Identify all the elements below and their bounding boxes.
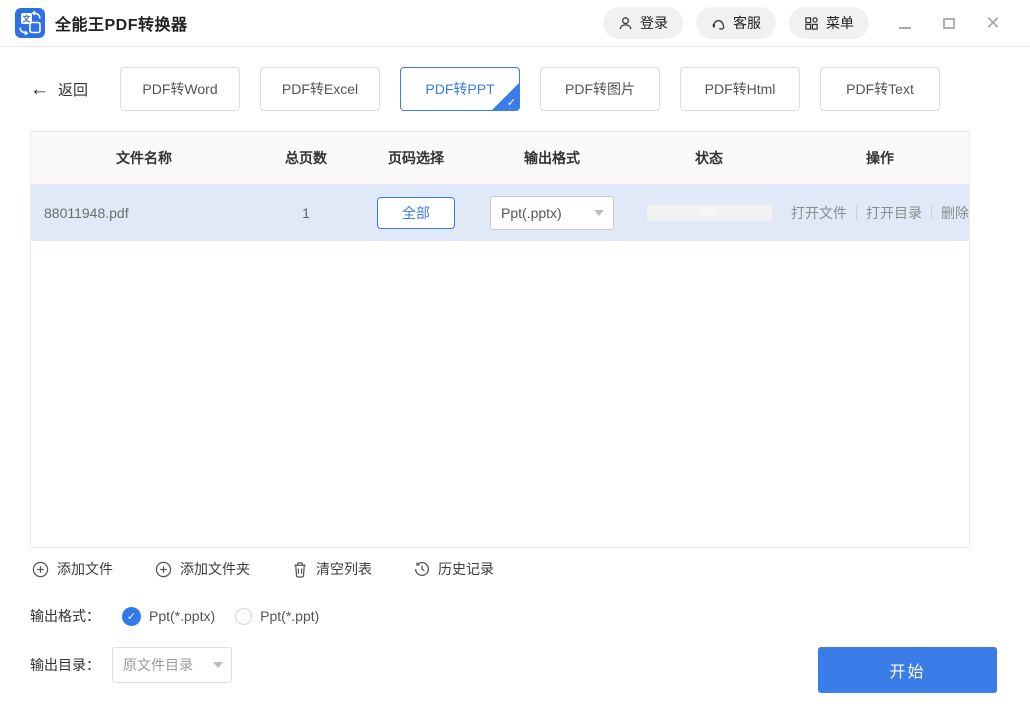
radio-pptx-label: Ppt(*.pptx) <box>149 608 216 624</box>
arrow-left-icon: ← <box>30 78 49 100</box>
tab-pdf-to-html[interactable]: PDF转Html <box>680 67 801 111</box>
clock-icon <box>414 561 430 577</box>
header-filename: 文件名称 <box>116 150 172 166</box>
table-header: 文件名称 总页数 页码选择 输出格式 状态 操作 <box>31 132 969 184</box>
tab-pdf-to-text[interactable]: PDF转Text <box>820 67 941 111</box>
window-controls: ✕ <box>883 7 1015 39</box>
app-title: 全能王PDF转换器 <box>55 17 188 34</box>
header-page-select: 页码选择 <box>388 150 444 166</box>
header-status: 状态 <box>695 150 723 166</box>
tab-bar: PDF转Word PDF转Excel PDF转PPT ✓ PDF转图片 PDF转… <box>120 67 941 111</box>
header-actions: 操作 <box>866 150 894 166</box>
output-dir-label: 输出目录： <box>30 657 100 673</box>
radio-ppt-label: Ppt(*.ppt) <box>260 608 320 624</box>
add-folder-button[interactable]: 添加文件夹 <box>155 559 250 579</box>
user-icon <box>618 16 633 31</box>
history-label: 历史记录 <box>438 561 494 577</box>
add-folder-label: 添加文件夹 <box>180 561 250 577</box>
output-dir-dropdown[interactable]: 原文件目录 <box>112 647 232 683</box>
caret-down-icon <box>213 662 223 668</box>
circle-plus-icon <box>155 561 172 578</box>
maximize-icon <box>943 17 955 29</box>
separator <box>856 205 857 220</box>
title-bar: 文 全能王PDF转换器 登录 客服 菜单 ✕ <box>0 0 1030 47</box>
open-file-link[interactable]: 打开文件 <box>791 203 847 223</box>
circle-plus-icon <box>32 561 49 578</box>
radio-checked-icon: ✓ <box>122 606 141 626</box>
row-filename: 88011948.pdf <box>44 204 129 221</box>
headset-icon <box>711 16 726 31</box>
separator <box>931 205 932 220</box>
tab-pdf-to-excel[interactable]: PDF转Excel <box>260 67 381 111</box>
add-file-button[interactable]: 添加文件 <box>32 559 113 579</box>
back-label: 返回 <box>58 81 89 99</box>
page-select-button[interactable]: 全部 <box>377 196 455 229</box>
output-dir-row: 输出目录： 原文件目录 <box>30 647 232 683</box>
radio-ppt[interactable]: Ppt(*.ppt) <box>235 607 320 625</box>
progress-bar: 0% <box>646 204 772 221</box>
clear-list-button[interactable]: 清空列表 <box>292 559 372 579</box>
checkmark-icon: ✓ <box>506 97 517 109</box>
login-label: 登录 <box>640 15 668 31</box>
minimize-icon <box>899 27 911 29</box>
add-file-label: 添加文件 <box>57 561 113 577</box>
topbar-actions: 登录 客服 菜单 <box>603 7 869 39</box>
delete-link[interactable]: 删除 <box>941 203 969 223</box>
tab-pdf-to-word[interactable]: PDF转Word <box>120 67 241 111</box>
menu-label: 菜单 <box>826 15 854 31</box>
row-format-dropdown[interactable]: Ppt(.pptx) <box>490 195 614 230</box>
header-output-format: 输出格式 <box>524 150 580 166</box>
tab-pdf-to-ppt[interactable]: PDF转PPT ✓ <box>400 67 521 111</box>
caret-down-icon <box>594 209 604 216</box>
output-format-label: 输出格式： <box>30 608 100 624</box>
maximize-button[interactable] <box>927 7 971 39</box>
menu-button[interactable]: 菜单 <box>789 7 869 39</box>
header-total-pages: 总页数 <box>285 150 327 166</box>
support-button[interactable]: 客服 <box>696 7 776 39</box>
radio-pptx[interactable]: ✓ Ppt(*.pptx) <box>122 606 216 626</box>
list-toolbar: 添加文件 添加文件夹 清空列表 历史记录 <box>32 559 494 579</box>
radio-unchecked-icon <box>235 607 253 625</box>
history-button[interactable]: 历史记录 <box>414 559 494 579</box>
back-button[interactable]: ← 返回 <box>30 79 88 100</box>
conversion-nav: ← 返回 PDF转Word PDF转Excel PDF转PPT ✓ PDF转图片… <box>30 67 941 111</box>
row-total-pages: 1 <box>302 204 310 221</box>
trash-icon <box>292 561 308 578</box>
output-format-row: 输出格式： ✓ Ppt(*.pptx) Ppt(*.ppt) <box>30 606 319 626</box>
close-icon: ✕ <box>985 13 1001 33</box>
file-table: 文件名称 总页数 页码选择 输出格式 状态 操作 88011948.pdf 1 … <box>30 131 970 548</box>
close-button[interactable]: ✕ <box>971 7 1015 39</box>
tab-pdf-to-image[interactable]: PDF转图片 <box>540 67 661 111</box>
app-logo-icon: 文 <box>15 8 45 38</box>
minimize-button[interactable] <box>883 7 927 39</box>
clear-list-label: 清空列表 <box>316 561 372 577</box>
table-row[interactable]: 88011948.pdf 1 全部 Ppt(.pptx) 0% 打开文件 打开目… <box>31 184 969 241</box>
login-button[interactable]: 登录 <box>603 7 683 39</box>
app-window: 文 全能王PDF转换器 登录 客服 菜单 ✕ ← 返回 PDF转Word PDF… <box>0 0 1030 720</box>
progress-text: 0% <box>701 206 717 219</box>
output-dir-value: 原文件目录 <box>123 657 193 673</box>
start-button[interactable]: 开始 <box>818 647 997 693</box>
grid-icon <box>804 16 819 31</box>
support-label: 客服 <box>733 15 761 31</box>
tab-label: PDF转PPT <box>425 81 495 97</box>
open-dir-link[interactable]: 打开目录 <box>866 203 922 223</box>
row-actions: 打开文件 打开目录 删除 <box>791 203 969 223</box>
svg-text:文: 文 <box>23 14 32 24</box>
row-format-value: Ppt(.pptx) <box>501 204 562 221</box>
